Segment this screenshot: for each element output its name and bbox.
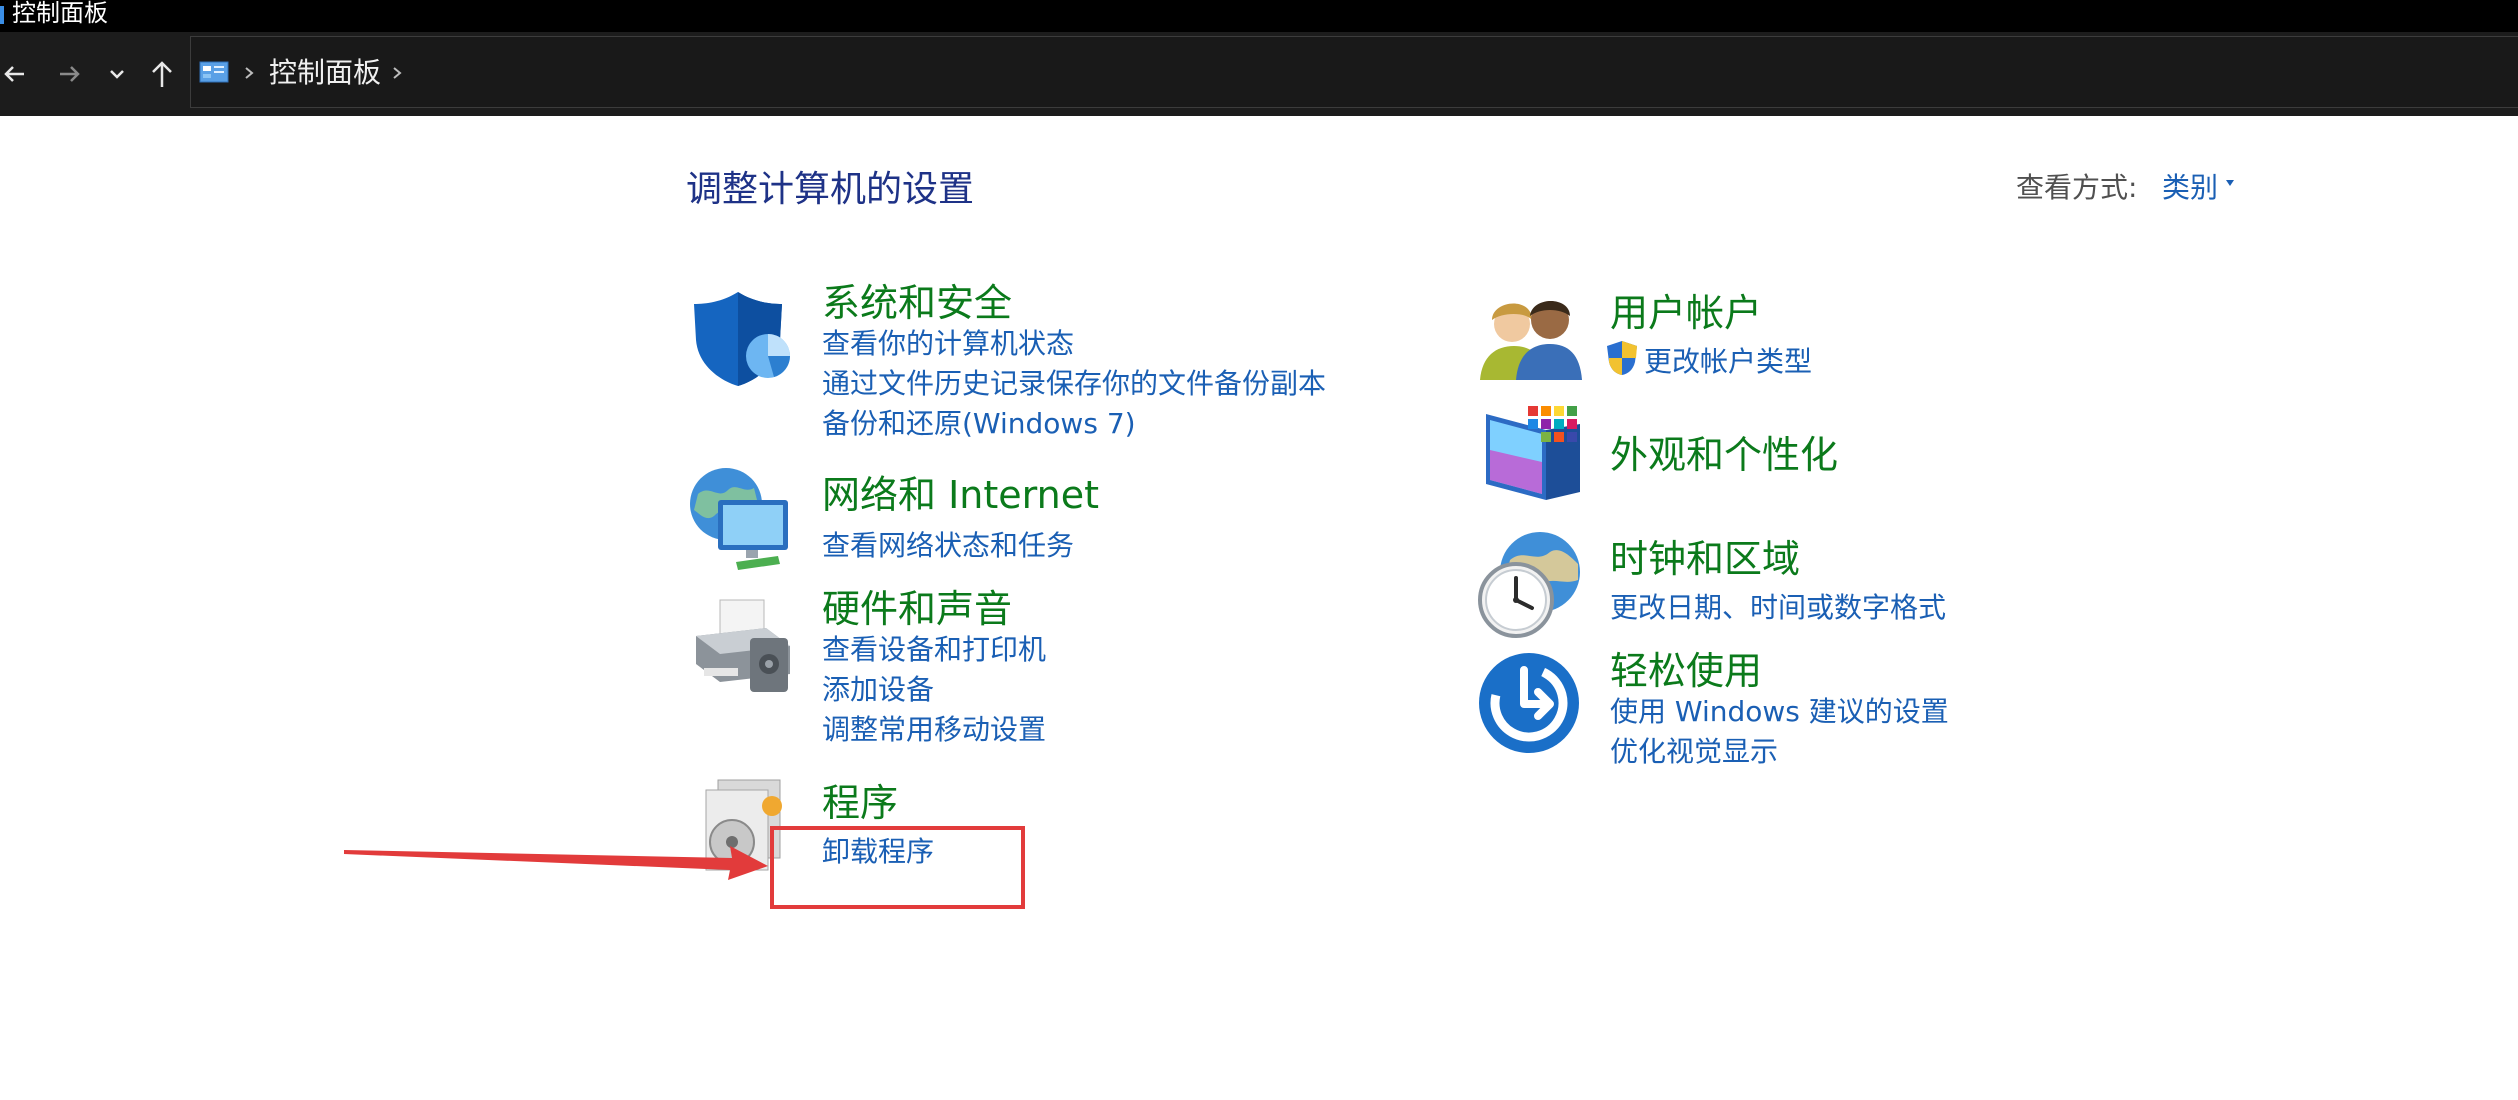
app-icon bbox=[0, 6, 4, 24]
recent-locations-button[interactable] bbox=[104, 32, 130, 116]
breadcrumb-expand-icon[interactable] bbox=[391, 59, 403, 87]
category-programs[interactable]: 程序 bbox=[822, 772, 898, 827]
globe-monitor-icon[interactable] bbox=[688, 464, 796, 572]
category-system-security[interactable]: 系统和安全 bbox=[822, 272, 1012, 327]
link-add-device[interactable]: 添加设备 bbox=[822, 668, 934, 708]
annotation-arrow bbox=[344, 846, 768, 880]
arrow-right-icon bbox=[60, 66, 80, 82]
breadcrumb-control-panel[interactable]: 控制面板 bbox=[269, 37, 381, 109]
annotation-highlight-box bbox=[770, 826, 1025, 909]
link-file-history-backup[interactable]: 通过文件历史记录保存你的文件备份副本 bbox=[822, 362, 1326, 402]
arrow-up-icon bbox=[152, 61, 172, 87]
breadcrumb-separator-icon bbox=[245, 67, 254, 79]
navigation-bar: 控制面板 bbox=[0, 32, 2518, 116]
up-button[interactable] bbox=[145, 32, 179, 116]
window-title: 控制面板 bbox=[12, 0, 108, 27]
ease-of-access-icon[interactable] bbox=[1478, 652, 1580, 754]
uac-shield-icon bbox=[1607, 341, 1637, 375]
back-button[interactable] bbox=[0, 32, 28, 116]
link-view-computer-status[interactable]: 查看你的计算机状态 bbox=[822, 322, 1074, 362]
printer-icon[interactable] bbox=[690, 598, 796, 698]
title-bar: 控制面板 bbox=[0, 0, 2518, 32]
link-mobility-settings[interactable]: 调整常用移动设置 bbox=[822, 708, 1046, 748]
link-optimize-visual-display[interactable]: 优化视觉显示 bbox=[1610, 730, 1778, 770]
page-heading: 调整计算机的设置 bbox=[686, 169, 975, 210]
chevron-down-icon bbox=[110, 70, 124, 79]
dropdown-arrow-icon[interactable] bbox=[2226, 180, 2234, 186]
category-network-internet[interactable]: 网络和 Internet bbox=[822, 464, 1099, 519]
link-backup-restore[interactable]: 备份和还原(Windows 7) bbox=[822, 402, 1136, 442]
category-hardware-sound[interactable]: 硬件和声音 bbox=[822, 578, 1012, 633]
link-network-status[interactable]: 查看网络状态和任务 bbox=[822, 524, 1074, 564]
view-by-label: 查看方式: bbox=[2016, 171, 2138, 204]
category-appearance-personalization[interactable]: 外观和个性化 bbox=[1610, 424, 1838, 479]
link-change-account-type[interactable]: 更改帐户类型 bbox=[1644, 340, 1812, 380]
category-user-accounts[interactable]: 用户帐户 bbox=[1610, 282, 1762, 337]
address-bar[interactable]: 控制面板 bbox=[190, 36, 2518, 108]
users-icon[interactable] bbox=[1480, 290, 1582, 382]
control-panel-icon bbox=[199, 61, 229, 83]
clock-globe-icon[interactable] bbox=[1474, 530, 1584, 640]
link-change-date-time-format[interactable]: 更改日期、时间或数字格式 bbox=[1610, 586, 1946, 626]
shield-icon[interactable] bbox=[692, 288, 794, 388]
arrow-left-icon bbox=[4, 66, 24, 82]
monitor-palette-icon[interactable] bbox=[1484, 404, 1584, 508]
category-clock-region[interactable]: 时钟和区域 bbox=[1610, 528, 1800, 583]
forward-button[interactable] bbox=[52, 32, 88, 116]
link-windows-recommended-settings[interactable]: 使用 Windows 建议的设置 bbox=[1610, 690, 1949, 730]
category-ease-of-access[interactable]: 轻松使用 bbox=[1610, 640, 1762, 695]
link-devices-printers[interactable]: 查看设备和打印机 bbox=[822, 628, 1046, 668]
view-by-dropdown[interactable]: 类别 bbox=[2162, 166, 2218, 206]
